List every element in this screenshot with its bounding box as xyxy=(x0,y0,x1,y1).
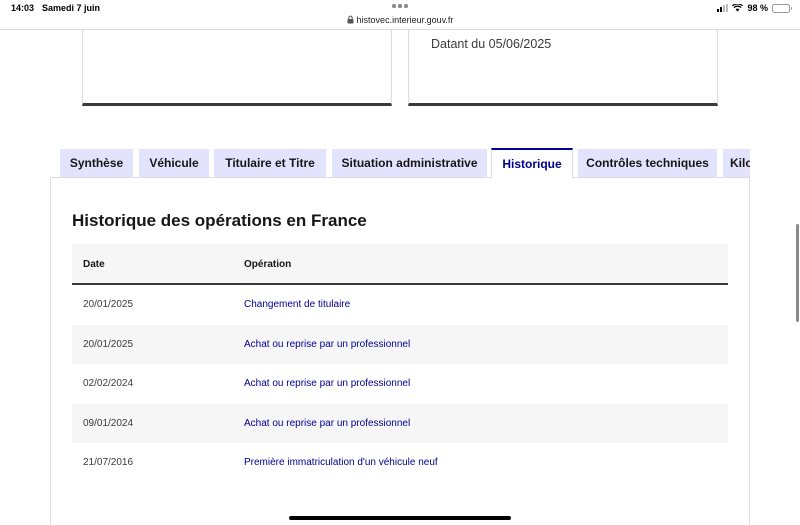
column-header-operation: Opération xyxy=(244,259,292,270)
page-scrollbar[interactable] xyxy=(796,224,799,322)
table-row: 20/01/2025 Achat ou reprise par un profe… xyxy=(72,324,728,364)
lock-icon xyxy=(347,15,354,24)
tab-vehicule[interactable]: Véhicule xyxy=(139,149,209,177)
status-indicators: 98 % xyxy=(717,3,792,13)
address-bar[interactable]: histovec.interieur.gouv.fr xyxy=(0,15,800,25)
tab-label: Contrôles techniques xyxy=(586,156,709,170)
report-tabs: Synthèse Véhicule Titulaire et Titre Sit… xyxy=(60,148,750,178)
column-header-date: Date xyxy=(83,259,105,270)
table-header: Date Opération xyxy=(72,244,728,285)
row-operation-link[interactable]: Première immatriculation d'un véhicule n… xyxy=(244,457,438,468)
row-date: 09/01/2024 xyxy=(83,417,134,429)
tab-controles-techniques[interactable]: Contrôles techniques xyxy=(578,149,717,177)
tab-kilometrage[interactable]: Kilo xyxy=(723,149,750,177)
table-row: 02/02/2024 Achat ou reprise par un profe… xyxy=(72,364,728,404)
wifi-icon xyxy=(732,4,744,12)
multitasking-dots-icon[interactable] xyxy=(392,4,408,8)
tab-situation-administrative[interactable]: Situation administrative xyxy=(332,149,487,177)
battery-icon xyxy=(772,3,792,13)
row-operation-link[interactable]: Achat ou reprise par un professionnel xyxy=(244,378,410,389)
tab-label: Véhicule xyxy=(149,156,199,170)
report-date-text: Datant du 05/06/2025 xyxy=(431,37,552,51)
cellular-signal-icon xyxy=(717,4,729,12)
status-date: Samedi 7 juin xyxy=(42,3,101,13)
tab-titulaire-et-titre[interactable]: Titulaire et Titre xyxy=(214,149,326,177)
tab-historique[interactable]: Historique xyxy=(491,148,573,178)
row-date: 21/07/2016 xyxy=(83,457,134,468)
page-title: Historique des opérations en France xyxy=(72,211,367,230)
battery-percentage: 98 % xyxy=(747,3,768,13)
tab-label: Kilo xyxy=(730,156,750,170)
row-operation-link[interactable]: Changement de titulaire xyxy=(244,299,350,310)
tab-label: Situation administrative xyxy=(341,156,478,170)
address-url: histovec.interieur.gouv.fr xyxy=(356,15,454,25)
status-bar: 14:03 Samedi 7 juin histovec.interieur.g… xyxy=(0,0,800,30)
status-time: 14:03 xyxy=(11,3,35,13)
tab-synthese[interactable]: Synthèse xyxy=(60,149,133,177)
table-row: 21/07/2016 Première immatriculation d'un… xyxy=(72,443,728,483)
table-row: 20/01/2025 Changement de titulaire xyxy=(72,285,728,325)
row-date: 20/01/2025 xyxy=(83,299,134,310)
tab-label: Synthèse xyxy=(69,156,124,170)
tab-label: Historique xyxy=(502,157,562,171)
row-operation-link[interactable]: Achat ou reprise par un professionnel xyxy=(244,339,410,350)
tab-label: Titulaire et Titre xyxy=(225,156,315,170)
row-date: 20/01/2025 xyxy=(83,338,134,350)
row-operation-link[interactable]: Achat ou reprise par un professionnel xyxy=(244,418,410,429)
table-row: 09/01/2024 Achat ou reprise par un profe… xyxy=(72,403,728,443)
operations-table: Date Opération 20/01/2025 Changement de … xyxy=(72,244,728,483)
info-card-left xyxy=(82,30,392,106)
info-card-right: Datant du 05/06/2025 xyxy=(408,30,718,106)
home-indicator[interactable] xyxy=(289,516,511,520)
row-date: 02/02/2024 xyxy=(83,378,134,389)
